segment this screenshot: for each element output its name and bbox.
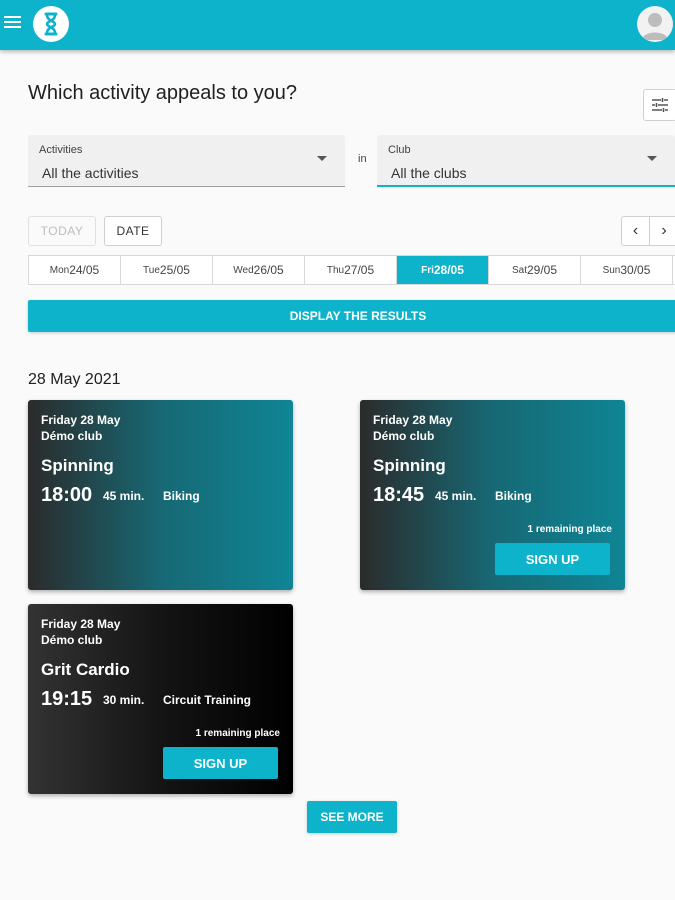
day-name: Thu bbox=[326, 264, 345, 276]
session-duration: 45 min. bbox=[435, 489, 477, 503]
session-day: Friday 28 May bbox=[41, 413, 121, 427]
day-date: 29/05 bbox=[526, 263, 558, 277]
menu-icon[interactable] bbox=[4, 16, 21, 30]
day-selector: Mon 24/05 Tue 25/05 Wed 26/05 Thu 27/05 Fri 2… bbox=[28, 255, 675, 285]
top-app-bar bbox=[0, 0, 675, 50]
day-tab-sat[interactable]: Sat 29/05 bbox=[489, 256, 581, 284]
session-day: Friday 28 May bbox=[373, 413, 453, 427]
day-date: 30/05 bbox=[620, 263, 651, 277]
session-name: Spinning bbox=[373, 456, 446, 475]
session-type: Biking bbox=[163, 489, 200, 503]
tune-icon bbox=[652, 98, 668, 112]
session-time: 19:15 bbox=[41, 688, 93, 710]
hourglass-logo-icon[interactable] bbox=[33, 6, 69, 42]
day-name: Sat bbox=[511, 264, 527, 276]
session-duration: 45 min. bbox=[103, 489, 145, 503]
session-card[interactable]: Friday 28 May Démo club Spinning 18:45 4… bbox=[360, 400, 625, 590]
day-name: Fri bbox=[421, 264, 434, 276]
day-tab-wed[interactable]: Wed 26/05 bbox=[213, 256, 305, 284]
see-more-button[interactable]: SEE MORE bbox=[307, 801, 397, 833]
date-button[interactable]: DATE bbox=[104, 216, 162, 246]
day-tab-thu[interactable]: Thu 27/05 bbox=[305, 256, 397, 284]
today-button[interactable]: TODAY bbox=[28, 216, 96, 246]
session-club: Démo club bbox=[373, 429, 435, 443]
session-type: Biking bbox=[495, 489, 532, 503]
chevron-down-icon bbox=[317, 156, 327, 161]
day-name: Tue bbox=[143, 264, 160, 276]
session-club: Démo club bbox=[41, 633, 103, 647]
club-select[interactable]: Club All the clubs bbox=[377, 135, 675, 187]
day-name: Sun bbox=[602, 264, 621, 276]
day-tab-fri[interactable]: Fri 28/05 bbox=[397, 256, 489, 284]
session-type: Circuit Training bbox=[163, 693, 252, 707]
display-results-button[interactable]: DISPLAY THE RESULTS bbox=[28, 300, 675, 332]
chevron-down-icon bbox=[647, 156, 657, 161]
sign-up-button[interactable]: SIGN UP bbox=[163, 747, 278, 779]
page-title: Which activity appeals to you? bbox=[28, 82, 298, 104]
day-date: 28/05 bbox=[433, 263, 464, 277]
session-duration: 30 min. bbox=[103, 693, 145, 707]
day-date: 24/05 bbox=[69, 263, 100, 277]
day-date: 27/05 bbox=[344, 263, 375, 277]
sign-up-button[interactable]: SIGN UP bbox=[495, 543, 610, 575]
session-name: Spinning bbox=[41, 456, 114, 475]
session-time: 18:00 bbox=[41, 484, 93, 506]
activities-select[interactable]: Activities All the activities bbox=[28, 135, 345, 187]
club-label: Club bbox=[388, 144, 411, 156]
week-navigation: ‹ › bbox=[621, 216, 675, 246]
day-date: 26/05 bbox=[253, 263, 284, 277]
session-card[interactable]: Friday 28 May Démo club Grit Cardio 19:1… bbox=[28, 604, 293, 794]
session-name: Grit Cardio bbox=[41, 660, 130, 679]
day-name: Mon bbox=[49, 264, 70, 276]
club-value: All the clubs bbox=[391, 165, 467, 181]
day-date: 25/05 bbox=[159, 263, 190, 277]
remaining-places: 1 remaining place bbox=[195, 728, 280, 739]
session-club: Démo club bbox=[41, 429, 103, 443]
session-day: Friday 28 May bbox=[41, 617, 121, 631]
activities-value: All the activities bbox=[42, 165, 139, 181]
in-label: in bbox=[358, 153, 367, 165]
filter-button[interactable] bbox=[643, 89, 675, 121]
day-tab-mon[interactable]: Mon 24/05 bbox=[29, 256, 121, 284]
day-name: Wed bbox=[233, 264, 254, 276]
day-tab-tue[interactable]: Tue 25/05 bbox=[121, 256, 213, 284]
results-date-heading: 28 May 2021 bbox=[28, 371, 121, 388]
session-time: 18:45 bbox=[373, 484, 425, 506]
activities-label: Activities bbox=[39, 144, 83, 156]
session-card[interactable]: Friday 28 May Démo club Spinning 18:00 4… bbox=[28, 400, 293, 590]
chevron-right-icon[interactable]: › bbox=[650, 217, 675, 245]
day-tab-sun[interactable]: Sun 30/05 bbox=[581, 256, 673, 284]
remaining-places: 1 remaining place bbox=[527, 524, 612, 535]
chevron-left-icon[interactable]: ‹ bbox=[622, 217, 650, 245]
user-avatar-icon[interactable] bbox=[637, 6, 673, 42]
